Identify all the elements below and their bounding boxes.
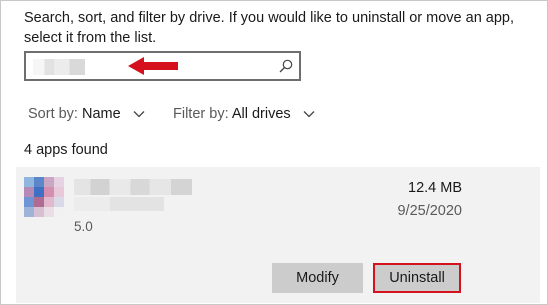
app-name-blurred xyxy=(74,179,192,195)
search-icon[interactable] xyxy=(278,58,294,74)
filter-label: Filter by: xyxy=(173,106,229,122)
apps-found-count: 4 apps found xyxy=(24,142,108,158)
chevron-down-icon xyxy=(303,111,315,118)
uninstall-button[interactable]: Uninstall xyxy=(373,263,461,293)
filter-value: All drives xyxy=(231,106,291,122)
sort-label: Sort by: xyxy=(28,106,78,122)
filter-dropdown[interactable]: Filter by: All drives xyxy=(173,106,315,122)
app-install-date: 9/25/2020 xyxy=(397,203,462,219)
sort-value: Name xyxy=(82,106,121,122)
modify-button[interactable]: Modify xyxy=(272,263,363,293)
app-icon xyxy=(24,177,64,217)
app-version: 5.0 xyxy=(74,219,93,234)
red-arrow-annotation xyxy=(128,57,178,75)
sort-dropdown[interactable]: Sort by: Name xyxy=(28,106,145,122)
app-list-item-selected[interactable]: 5.0 12.4 MB 9/25/2020 Modify Uninstall xyxy=(16,167,540,303)
description-text: Search, sort, and filter by drive. If yo… xyxy=(24,10,515,46)
app-publisher-blurred xyxy=(74,197,164,211)
chevron-down-icon xyxy=(133,111,145,118)
app-size: 12.4 MB xyxy=(408,180,462,196)
search-query-blurred xyxy=(33,59,85,75)
